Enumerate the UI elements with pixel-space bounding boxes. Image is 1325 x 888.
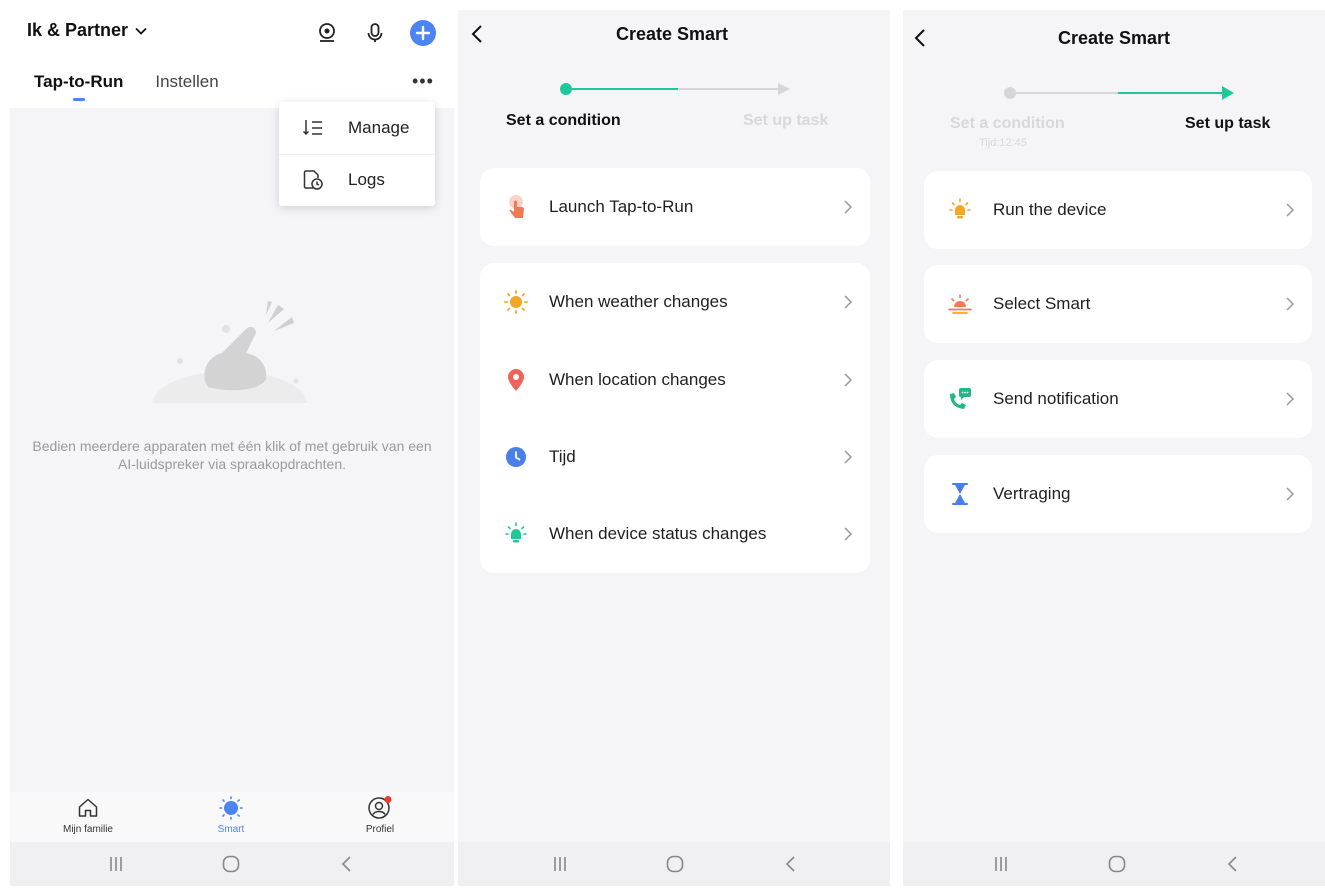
clock-icon	[502, 443, 530, 471]
step-progress	[1004, 86, 1234, 100]
chevron-down-icon	[135, 27, 147, 35]
chevron-right-icon	[844, 373, 853, 387]
home-name: Ik & Partner	[27, 20, 129, 40]
task-card: Vertraging	[924, 455, 1312, 533]
recent-apps-icon[interactable]	[101, 852, 131, 876]
device-bulb-icon	[502, 520, 530, 548]
camera-icon[interactable]	[313, 19, 341, 47]
condition-location-changes[interactable]: When location changes	[480, 341, 870, 419]
nav-smart[interactable]: Smart	[191, 796, 271, 840]
microphone-icon[interactable]	[361, 19, 389, 47]
step-progress	[560, 83, 790, 95]
home-icon	[78, 798, 98, 817]
chevron-right-icon	[1286, 392, 1295, 406]
tab-bar: Tap-to-Run Instellen	[34, 72, 219, 92]
home-circle-icon[interactable]	[216, 852, 246, 876]
device-bulb-icon	[946, 196, 974, 224]
add-button[interactable]	[409, 19, 437, 47]
smart-home-screen: Ik & Partner Tap-to-Run Instellen ••• Ma…	[10, 10, 454, 886]
task-card: Run the device	[924, 171, 1312, 249]
hourglass-icon	[946, 480, 974, 508]
row-label: Launch Tap-to-Run	[549, 197, 694, 216]
manage-sort-icon	[302, 120, 322, 136]
nav-label-profiel: Profiel	[365, 824, 395, 835]
chevron-right-icon	[1286, 487, 1295, 501]
row-label: Vertraging	[993, 484, 1071, 503]
task-select-smart[interactable]: Select Smart	[924, 265, 1312, 343]
row-label: When weather changes	[549, 292, 728, 311]
page-title: Create Smart	[1057, 28, 1171, 48]
step-set-condition: Set a condition	[506, 112, 621, 129]
recent-apps-icon[interactable]	[545, 852, 575, 876]
create-smart-task-screen: Create Smart Set a condition Tijd:12:45 …	[903, 10, 1325, 886]
system-navigation-bar	[458, 842, 890, 886]
condition-launch-tap-to-run[interactable]: Launch Tap-to-Run	[480, 168, 870, 246]
smart-sun-icon	[219, 796, 243, 820]
empty-state-text: Bedien meerdere apparaten met één klik o…	[32, 438, 432, 472]
nav-label-smart: Smart	[217, 824, 245, 835]
row-label: Tijd	[549, 447, 576, 466]
back-icon[interactable]	[776, 852, 806, 876]
menu-label-logs: Logs	[348, 170, 385, 189]
nav-label-mijn-familie: Mijn familie	[62, 824, 113, 835]
row-label: When location changes	[549, 370, 726, 389]
menu-label-manage: Manage	[348, 118, 410, 137]
step-set-up-task: Set up task	[743, 112, 829, 129]
sunrise-scene-icon	[946, 290, 974, 318]
chevron-right-icon	[1286, 203, 1295, 217]
step-set-condition: Set a condition	[950, 115, 1065, 132]
back-icon[interactable]	[1218, 852, 1248, 876]
back-icon[interactable]	[332, 852, 362, 876]
home-selector[interactable]: Ik & Partner	[27, 20, 148, 41]
task-send-notification[interactable]: Send notification	[924, 360, 1312, 438]
chevron-right-icon	[844, 450, 853, 464]
create-smart-condition-screen: Create Smart Set a condition Set up task…	[458, 10, 890, 886]
chevron-right-icon	[844, 200, 853, 214]
home-circle-icon[interactable]	[1102, 852, 1132, 876]
step-set-up-task: Set up task	[1185, 115, 1271, 132]
row-label: When device status changes	[549, 524, 767, 543]
profile-icon	[368, 796, 392, 819]
more-options-button[interactable]: •••	[412, 72, 434, 90]
task-card: Select Smart	[924, 265, 1312, 343]
chevron-right-icon	[844, 295, 853, 309]
condition-device-status-changes[interactable]: When device status changes	[480, 495, 870, 573]
menu-item-logs[interactable]: Logs	[279, 154, 435, 206]
tab-instellen[interactable]: Instellen	[155, 72, 218, 92]
condition-weather-changes[interactable]: When weather changes	[480, 263, 870, 341]
tap-hand-icon	[502, 193, 530, 221]
recent-apps-icon[interactable]	[986, 852, 1016, 876]
tab-tap-to-run[interactable]: Tap-to-Run	[34, 72, 123, 92]
page-title: Create Smart	[615, 24, 729, 44]
plus-icon	[410, 20, 436, 46]
header: Ik & Partner Tap-to-Run Instellen •••	[10, 10, 454, 108]
system-navigation-bar	[903, 842, 1325, 886]
active-tab-indicator	[73, 98, 85, 101]
task-card: Send notification	[924, 360, 1312, 438]
step-condition-summary: Tijd:12:45	[979, 137, 1027, 149]
tap-to-run-card: Launch Tap-to-Run	[480, 168, 870, 246]
row-label: Run the device	[993, 200, 1107, 219]
task-vertraging[interactable]: Vertraging	[924, 455, 1312, 533]
home-circle-icon[interactable]	[660, 852, 690, 876]
chevron-right-icon	[844, 527, 853, 541]
notification-phone-icon	[946, 385, 974, 413]
options-menu: Manage Logs	[279, 102, 435, 206]
conditions-card: When weather changes When location chang…	[480, 263, 870, 573]
row-label: Send notification	[993, 389, 1119, 408]
nav-profiel[interactable]: Profiel	[340, 796, 420, 840]
row-label: Select Smart	[993, 294, 1091, 313]
menu-item-manage[interactable]: Manage	[279, 102, 435, 154]
task-run-the-device[interactable]: Run the device	[924, 171, 1312, 249]
location-pin-icon	[502, 366, 530, 394]
nav-mijn-familie[interactable]: Mijn familie	[48, 796, 128, 840]
bottom-navigation: Mijn familie Smart Profiel	[10, 792, 454, 842]
logs-clock-icon	[303, 170, 323, 190]
weather-sun-icon	[502, 288, 530, 316]
system-navigation-bar	[10, 842, 454, 886]
chevron-right-icon	[1286, 297, 1295, 311]
condition-tijd[interactable]: Tijd	[480, 418, 870, 496]
tap-hand-illustration	[150, 301, 310, 413]
